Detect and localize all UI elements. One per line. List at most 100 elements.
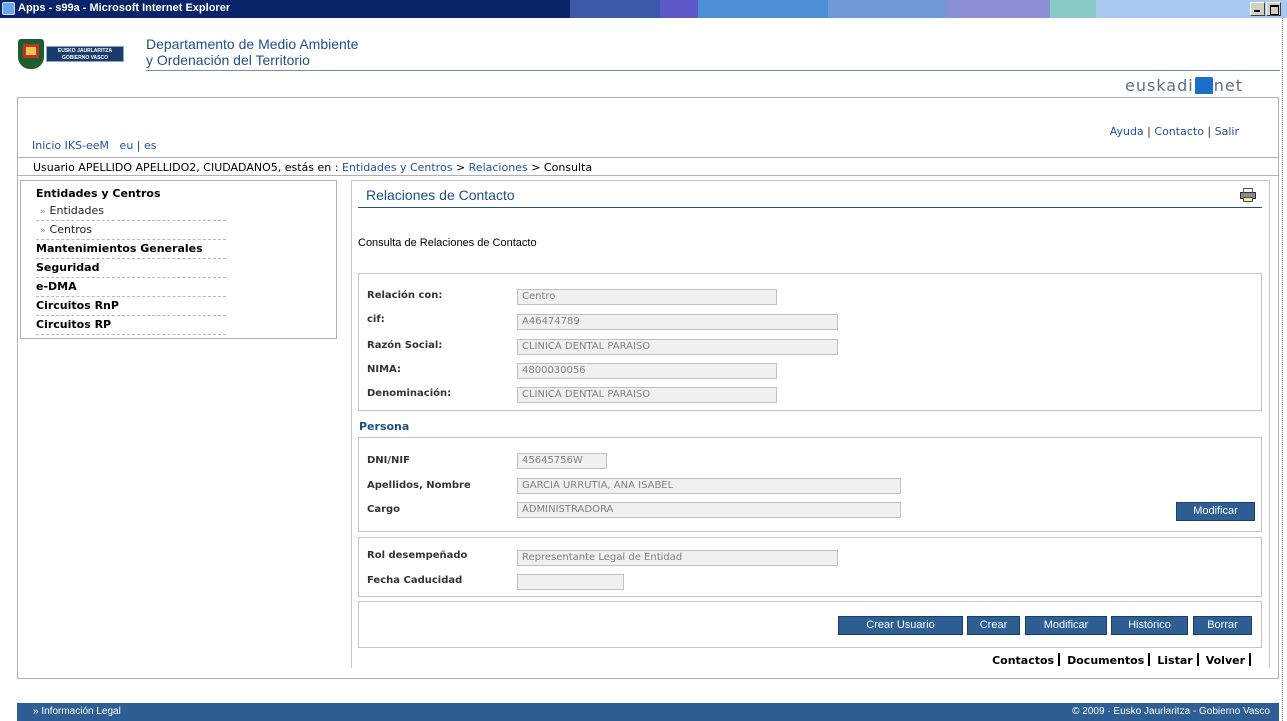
frame-border [17, 97, 1279, 98]
euskadi-net-logo[interactable]: euskadi net [1125, 76, 1243, 95]
sidebar-menu: Entidades y Centros » Entidades » Centros … [20, 180, 337, 339]
brand-left: euskadi [1125, 76, 1194, 95]
frame-border [1278, 97, 1279, 679]
header-divider [146, 70, 1280, 71]
top-left-links: Inicio IKS-eeM eu | es [32, 139, 157, 152]
sidebar-subitem-centros[interactable]: » Centros [36, 221, 226, 240]
titlebar-band [828, 0, 946, 18]
titlebar-band [570, 0, 660, 18]
window-scrollbar[interactable] [1282, 18, 1287, 721]
breadcrumb-entidades-centros[interactable]: Entidades y Centros [342, 161, 452, 174]
denominacion-label: Denominación: [367, 388, 452, 399]
contactos-link[interactable]: Contactos [992, 654, 1054, 667]
sidebar-subitem-label: Centros [49, 223, 92, 236]
legal-info-link[interactable]: » Información Legal [33, 706, 121, 717]
site-header: EUSKO JAURLARITZA GOBIERNO VASCO Departa… [0, 18, 1287, 98]
sidebar-subitem-entidades[interactable]: » Entidades [36, 202, 226, 221]
page-subtitle: Consulta de Relaciones de Contacto [358, 237, 537, 249]
copyright-text: © 2009 · Eusko Jaurlaritza - Gobierno Va… [1072, 706, 1270, 717]
double-chevron-icon: » [40, 226, 46, 236]
fecha-caducidad-label: Fecha Caducidad [367, 575, 463, 586]
logout-link[interactable]: Salir [1215, 125, 1239, 138]
maximize-button[interactable] [1266, 2, 1281, 16]
ie-icon [2, 2, 15, 15]
dni-field[interactable]: 45645756W [517, 453, 607, 469]
brand-right: net [1213, 76, 1243, 95]
department-name: Departamento de Medio Ambiente y Ordenac… [146, 36, 358, 68]
razon-social-label: Razón Social: [367, 340, 443, 351]
print-icon-tray [1243, 197, 1253, 202]
razon-social-field[interactable]: CLINICA DENTAL PARAISO [517, 339, 838, 355]
window-title: Apps - s99a - Microsoft Internet Explore… [18, 2, 231, 14]
sidebar-item-entidades-centros[interactable]: Entidades y Centros [36, 185, 226, 202]
double-chevron-icon: » [40, 207, 46, 217]
history-button[interactable]: Histórico [1111, 616, 1188, 635]
delete-button[interactable]: Borrar [1193, 616, 1252, 635]
cargo-field[interactable]: ADMINISTRADORA [517, 502, 901, 518]
volver-link[interactable]: Volver [1206, 654, 1245, 667]
modify-button[interactable]: Modificar [1025, 616, 1107, 635]
frame-border [17, 678, 1279, 679]
site-footer: » Información Legal © 2009 · Eusko Jaurl… [17, 703, 1279, 721]
relacion-label: Relación con: [367, 290, 443, 301]
top-right-links: Ayuda | Contacto | Salir [1110, 125, 1239, 138]
relacion-field[interactable]: Centro [517, 289, 777, 305]
breadcrumb-current: Consulta [543, 161, 593, 174]
apellidos-nombre-label: Apellidos, Nombre [367, 480, 471, 491]
titlebar-band [946, 0, 1050, 18]
create-user-button[interactable]: Crear Usuario [838, 616, 963, 635]
nima-field[interactable]: 4800030056 [517, 363, 777, 379]
titlebar-band [698, 0, 828, 18]
department-line-1: Departamento de Medio Ambiente [146, 36, 359, 52]
minimize-button[interactable] [1250, 2, 1265, 16]
dni-label: DNI/NIF [367, 455, 410, 466]
breadcrumb-relaciones[interactable]: Relaciones [469, 161, 528, 174]
rol-field[interactable]: Representante Legal de Entidad [517, 550, 838, 566]
cif-label: cif: [367, 314, 385, 325]
rol-label: Rol desempeñado [367, 550, 468, 561]
apellidos-nombre-field[interactable]: GARCIA URRUTIA, ANA ISABEL [517, 478, 901, 494]
page-title: Relaciones de Contacto [366, 187, 515, 203]
denominacion-field[interactable]: CLINICA DENTAL PARAISO [517, 387, 777, 403]
separator [1196, 653, 1199, 666]
sidebar-item-mantenimientos[interactable]: Mantenimientos Generales [36, 240, 226, 259]
user-location-text: Usuario APELLIDO APELLIDO2, CIUDADANO5, … [33, 161, 339, 174]
create-button[interactable]: Crear [967, 616, 1020, 635]
separator [1249, 653, 1251, 666]
home-link[interactable]: Inicio IKS-eeM [32, 139, 109, 152]
lang-eu-link[interactable]: eu [120, 139, 134, 152]
browser-window: Apps - s99a - Microsoft Internet Explore… [0, 0, 1287, 721]
listar-link[interactable]: Listar [1157, 654, 1192, 667]
sidebar-item-seguridad[interactable]: Seguridad [36, 259, 226, 278]
titlebar-band [1050, 0, 1096, 18]
help-link[interactable]: Ayuda [1110, 125, 1144, 138]
nima-label: NIMA: [367, 364, 401, 375]
separator [1148, 653, 1151, 666]
sidebar-item-circuitos-rnp[interactable]: Circuitos RnP [36, 297, 226, 316]
gobierno-vasco-logo[interactable]: EUSKO JAURLARITZA GOBIERNO VASCO [18, 39, 128, 69]
persona-modify-button[interactable]: Modificar [1176, 502, 1255, 521]
fecha-caducidad-field[interactable] [517, 574, 624, 590]
contact-link[interactable]: Contacto [1154, 125, 1204, 138]
sidebar-item-e-dma[interactable]: e-DMA [36, 278, 226, 297]
euskadi-mark-icon [1194, 77, 1213, 94]
window-titlebar[interactable]: Apps - s99a - Microsoft Internet Explore… [0, 0, 1287, 18]
cargo-label: Cargo [367, 504, 401, 515]
separator: | [1207, 125, 1212, 138]
persona-section-header: Persona [359, 420, 410, 433]
coat-of-arms-icon [18, 39, 44, 69]
cif-field[interactable]: A46474789 [517, 314, 838, 330]
documentos-link[interactable]: Documentos [1067, 654, 1144, 667]
separator: | [1147, 125, 1151, 138]
separator [1058, 653, 1061, 666]
breadcrumb: Usuario APELLIDO APELLIDO2, CIUDADANO5, … [17, 157, 1279, 176]
sidebar-item-circuitos-rp[interactable]: Circuitos RP [36, 316, 226, 335]
separator: | [136, 139, 141, 152]
title-divider [358, 207, 1262, 208]
breadcrumb-arrow: > [531, 161, 541, 174]
lang-es-link[interactable]: es [144, 139, 157, 152]
bottom-links: Contactos Documentos Listar Volver [992, 653, 1258, 667]
print-icon[interactable] [1240, 188, 1256, 202]
breadcrumb-arrow: > [455, 161, 466, 174]
titlebar-band [660, 0, 698, 18]
